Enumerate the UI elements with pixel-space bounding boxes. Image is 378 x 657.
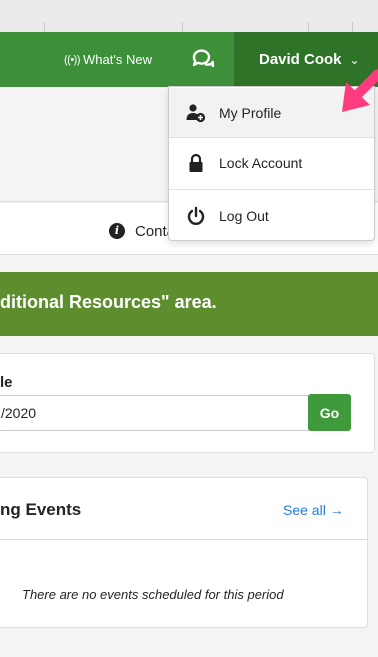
menu-item-lock-account[interactable]: Lock Account — [169, 138, 374, 187]
lock-icon — [186, 153, 206, 173]
events-card: ng Events See all → There are no events … — [0, 477, 368, 628]
resources-banner: ditional Resources" area. — [0, 272, 378, 336]
events-empty-message: There are no events scheduled for this p… — [22, 587, 284, 602]
info-icon: i — [109, 223, 125, 239]
chat-bubbles-icon — [192, 49, 215, 68]
user-plus-icon — [186, 103, 206, 123]
whats-new-link[interactable]: ((•)) What's New — [64, 32, 152, 87]
menu-item-log-out[interactable]: Log Out — [169, 191, 374, 240]
banner-text: ditional Resources" area. — [0, 292, 217, 312]
date-selector-card: le Go — [0, 353, 375, 453]
events-title: ng Events — [0, 500, 82, 519]
date-input[interactable] — [0, 395, 309, 431]
whats-new-label: What's New — [83, 52, 152, 67]
menu-item-label: Lock Account — [219, 154, 303, 171]
strip-divider — [352, 22, 353, 32]
events-card-header: ng Events See all → — [0, 478, 367, 540]
menu-divider — [169, 189, 374, 190]
top-strip — [0, 0, 378, 32]
top-navbar: ((•)) What's New David Cook ⌄ — [0, 32, 378, 87]
strip-divider — [44, 22, 45, 32]
chat-button[interactable] — [191, 47, 215, 71]
strip-divider — [308, 22, 309, 32]
menu-item-label: My Profile — [219, 104, 282, 121]
see-all-link[interactable]: See all → — [283, 502, 344, 518]
menu-item-label: Log Out — [219, 207, 269, 224]
date-label: le — [0, 374, 13, 391]
pointer-arrow-annotation — [342, 68, 378, 112]
strip-divider — [182, 22, 183, 32]
power-icon — [186, 206, 206, 226]
go-button[interactable]: Go — [308, 394, 351, 431]
broadcast-icon: ((•)) — [64, 53, 81, 66]
